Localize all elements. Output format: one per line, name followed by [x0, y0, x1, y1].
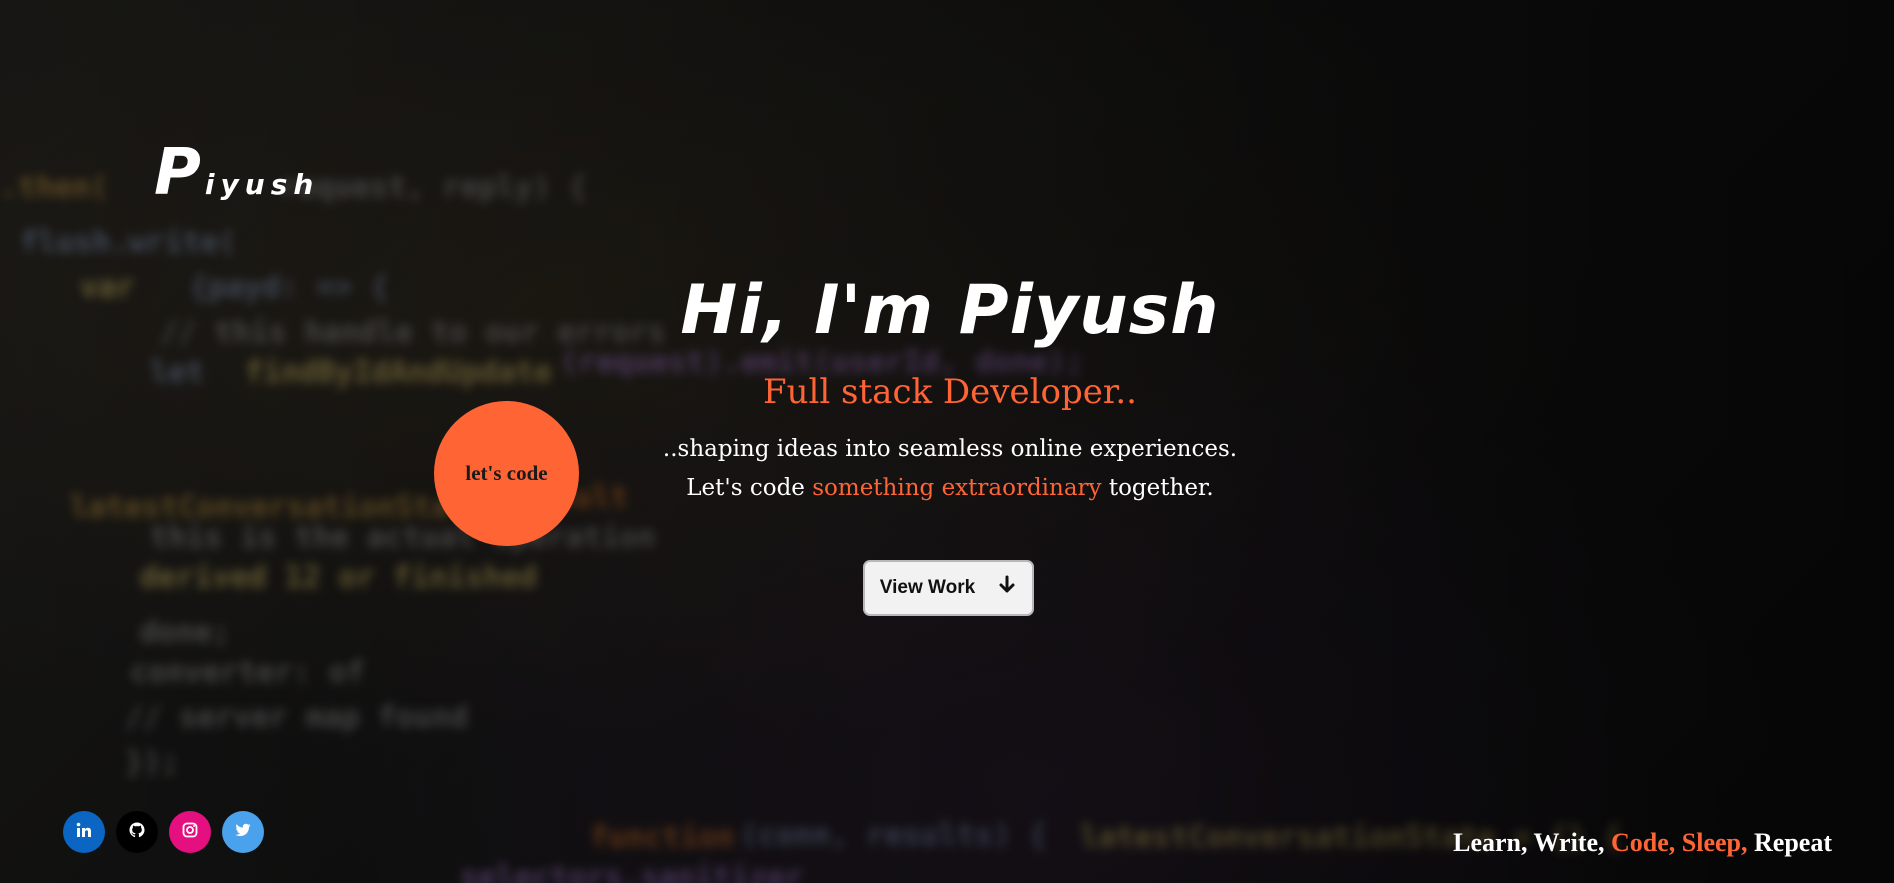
twitter-icon: [234, 821, 252, 844]
linkedin-icon: [75, 821, 93, 844]
hero-description-line-1: ..shaping ideas into seamless online exp…: [662, 436, 1238, 462]
lets-code-circle[interactable]: let's code: [434, 401, 579, 546]
hero-description-line-2: Let's code something extraordinary toget…: [560, 469, 1340, 508]
github-icon: [128, 821, 146, 844]
logo-rest: iyush: [204, 168, 320, 201]
view-work-label: View Work: [879, 577, 976, 598]
linkedin-link[interactable]: [63, 811, 105, 853]
tagline-part-1: Learn, Write,: [1453, 828, 1612, 857]
twitter-link[interactable]: [222, 811, 264, 853]
desc-pre: Let's code: [686, 475, 813, 501]
instagram-link[interactable]: [169, 811, 211, 853]
tagline-part-3: Repeat: [1747, 828, 1832, 857]
hero-section: .then( request, reply) { flush.write( va…: [0, 0, 1894, 883]
lets-code-label: let's code: [465, 461, 548, 485]
tagline-part-2: Code, Sleep,: [1611, 828, 1748, 857]
site-logo[interactable]: Piyush: [154, 136, 319, 210]
hero-headline: Hi, I'm Piyush: [680, 271, 1220, 350]
github-link[interactable]: [116, 811, 158, 853]
hero-content: Hi, I'm Piyush Full stack Developer.. ..…: [560, 270, 1340, 508]
footer-tagline: Learn, Write, Code, Sleep, Repeat: [1453, 828, 1832, 858]
logo-initial: P: [154, 136, 201, 210]
instagram-icon: [181, 821, 199, 844]
arrow-down-icon: [997, 575, 1017, 601]
hero-description: ..shaping ideas into seamless online exp…: [560, 430, 1340, 508]
desc-accent: something extraordinary: [812, 475, 1102, 501]
view-work-button[interactable]: View Work: [863, 560, 1034, 616]
social-links: [63, 811, 264, 853]
hero-subtitle: Full stack Developer..: [763, 372, 1137, 412]
desc-post: together.: [1101, 475, 1214, 501]
